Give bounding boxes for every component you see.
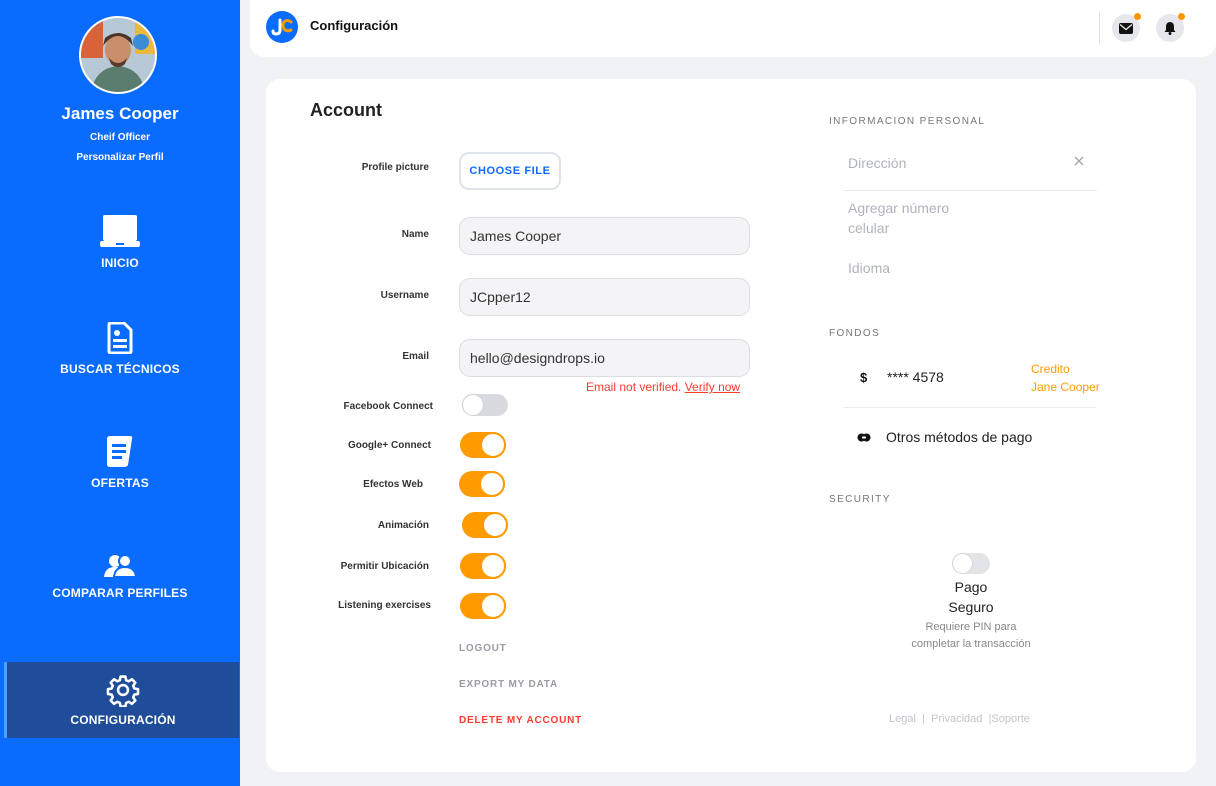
card-number[interactable]: **** 4578 — [887, 369, 944, 385]
choose-file-button[interactable]: CHOOSE FILE — [459, 152, 561, 190]
nav-label-inicio: INICIO — [101, 256, 139, 270]
pago-seguro-desc-line1: Requiere PIN para — [925, 621, 1017, 633]
email-warning: Email not verified. Verify now — [586, 380, 740, 394]
account-title: Account — [310, 100, 382, 120]
nav-item-buscar-tecnicos[interactable]: BUSCAR TÉCNICOS — [0, 322, 240, 376]
nav-item-ofertas[interactable]: OFERTAS — [0, 434, 240, 490]
address-field[interactable]: Dirección — [848, 155, 906, 171]
logo-icon — [271, 18, 293, 36]
username-input[interactable]: JCpper12 — [459, 278, 750, 316]
personal-info-heading: INFORMACION PERSONAL — [829, 116, 986, 127]
toggle-knob — [480, 432, 506, 458]
card-type: Credito — [1031, 362, 1070, 376]
footer-links: Legal | Privacidad |Soporte — [889, 713, 1030, 725]
support-link[interactable]: Soporte — [991, 713, 1030, 725]
toggle-knob — [479, 471, 505, 497]
nav-label-ofertas: OFERTAS — [91, 476, 149, 490]
phone-field-line2[interactable]: celular — [848, 220, 889, 236]
mail-notification-dot — [1134, 13, 1141, 20]
toggle-label-google: Google+ Connect — [347, 440, 431, 451]
bell-icon — [1164, 22, 1176, 35]
toggle-knob — [480, 593, 506, 619]
legal-link[interactable]: Legal — [889, 713, 916, 725]
delete-account-link[interactable]: DELETE MY ACCOUNT — [459, 715, 582, 726]
edit-profile-link[interactable]: Personalizar Perfil — [0, 152, 240, 163]
funds-divider — [844, 407, 1096, 408]
toggle-label-animacion: Animación — [377, 520, 429, 531]
other-payment-methods-link[interactable]: Otros métodos de pago — [886, 429, 1032, 445]
privacy-link[interactable]: Privacidad — [931, 713, 982, 725]
notes-icon — [107, 436, 133, 467]
funds-heading: FONDOS — [829, 328, 881, 339]
app-logo[interactable] — [266, 11, 298, 43]
nav-item-comparar-perfiles[interactable]: COMPARAR PERFILES — [0, 554, 240, 600]
users-icon — [104, 554, 137, 578]
nav-label-buscar-tecnicos: BUSCAR TÉCNICOS — [60, 362, 180, 376]
pago-seguro-title-line1: Pago — [954, 579, 988, 595]
address-divider — [844, 190, 1097, 191]
facebook-connect-toggle[interactable] — [462, 394, 508, 416]
logout-link[interactable]: LOGOUT — [459, 643, 507, 654]
name-label: Name — [401, 229, 429, 240]
profile-role: Cheif Officer — [89, 132, 150, 143]
profile-picture-label: Profile picture — [361, 162, 429, 173]
mail-icon — [1119, 22, 1133, 34]
topbar-divider — [1099, 12, 1100, 44]
profile-name: James Cooper — [61, 104, 179, 123]
payment-methods-icon — [857, 433, 871, 442]
laptop-icon — [100, 215, 140, 247]
verify-now-link[interactable]: Verify now — [685, 380, 740, 394]
settings-card: Account Profile picture CHOOSE FILE Name… — [266, 79, 1196, 772]
username-label: Username — [380, 290, 429, 301]
currency-symbol: $ — [860, 370, 868, 385]
listening-exercises-toggle[interactable] — [460, 593, 506, 619]
animacion-toggle[interactable] — [462, 512, 508, 538]
gear-icon — [106, 675, 140, 707]
toggle-knob — [482, 512, 508, 538]
top-bar: Configuración — [250, 0, 1216, 57]
security-heading: SECURITY — [829, 494, 891, 505]
footer-separator: | — [922, 713, 925, 725]
nav-item-configuracion[interactable]: CONFIGURACIÓN — [4, 662, 239, 738]
sidebar: James Cooper Cheif Officer Personalizar … — [0, 0, 240, 786]
export-data-link[interactable]: EXPORT MY DATA — [459, 679, 558, 690]
page-title: Configuración — [310, 18, 399, 33]
toggle-label-listening: Listening exercises — [338, 600, 431, 611]
mail-button[interactable] — [1112, 13, 1141, 42]
efectos-web-toggle[interactable] — [459, 471, 505, 497]
pago-seguro-title-line2: Seguro — [948, 599, 994, 615]
email-input[interactable]: hello@designdrops.io — [459, 339, 750, 377]
nav-label-configuracion: CONFIGURACIÓN — [70, 713, 176, 727]
document-icon — [107, 322, 133, 354]
permitir-ubicacion-toggle[interactable] — [460, 553, 506, 579]
card-holder: Jane Cooper — [1031, 380, 1100, 394]
toggle-label-ubicacion: Permitir Ubicación — [340, 561, 429, 572]
name-input[interactable]: James Cooper — [459, 217, 750, 255]
language-field[interactable]: Idioma — [848, 260, 890, 276]
clear-icon[interactable] — [1074, 156, 1084, 166]
pago-seguro-toggle[interactable] — [952, 553, 990, 574]
nav-label-comparar-perfiles: COMPARAR PERFILES — [52, 586, 188, 600]
email-warning-text: Email not verified. — [586, 380, 682, 394]
google-connect-toggle[interactable] — [460, 432, 506, 458]
email-label: Email — [402, 351, 429, 362]
pago-seguro-desc-line2: completar la transacción — [911, 638, 1031, 650]
avatar-photo — [81, 18, 155, 92]
toggle-knob — [480, 553, 506, 579]
toggle-label-efectos-web: Efectos Web — [363, 479, 423, 490]
avatar[interactable] — [79, 16, 157, 94]
toggle-label-facebook: Facebook Connect — [343, 401, 433, 412]
bell-notification-dot — [1178, 13, 1185, 20]
toggle-knob — [952, 553, 973, 574]
toggle-knob — [462, 394, 484, 416]
phone-field-line1[interactable]: Agregar número — [848, 200, 949, 216]
notifications-button[interactable] — [1156, 13, 1185, 42]
nav-item-inicio[interactable]: INICIO — [0, 214, 240, 270]
